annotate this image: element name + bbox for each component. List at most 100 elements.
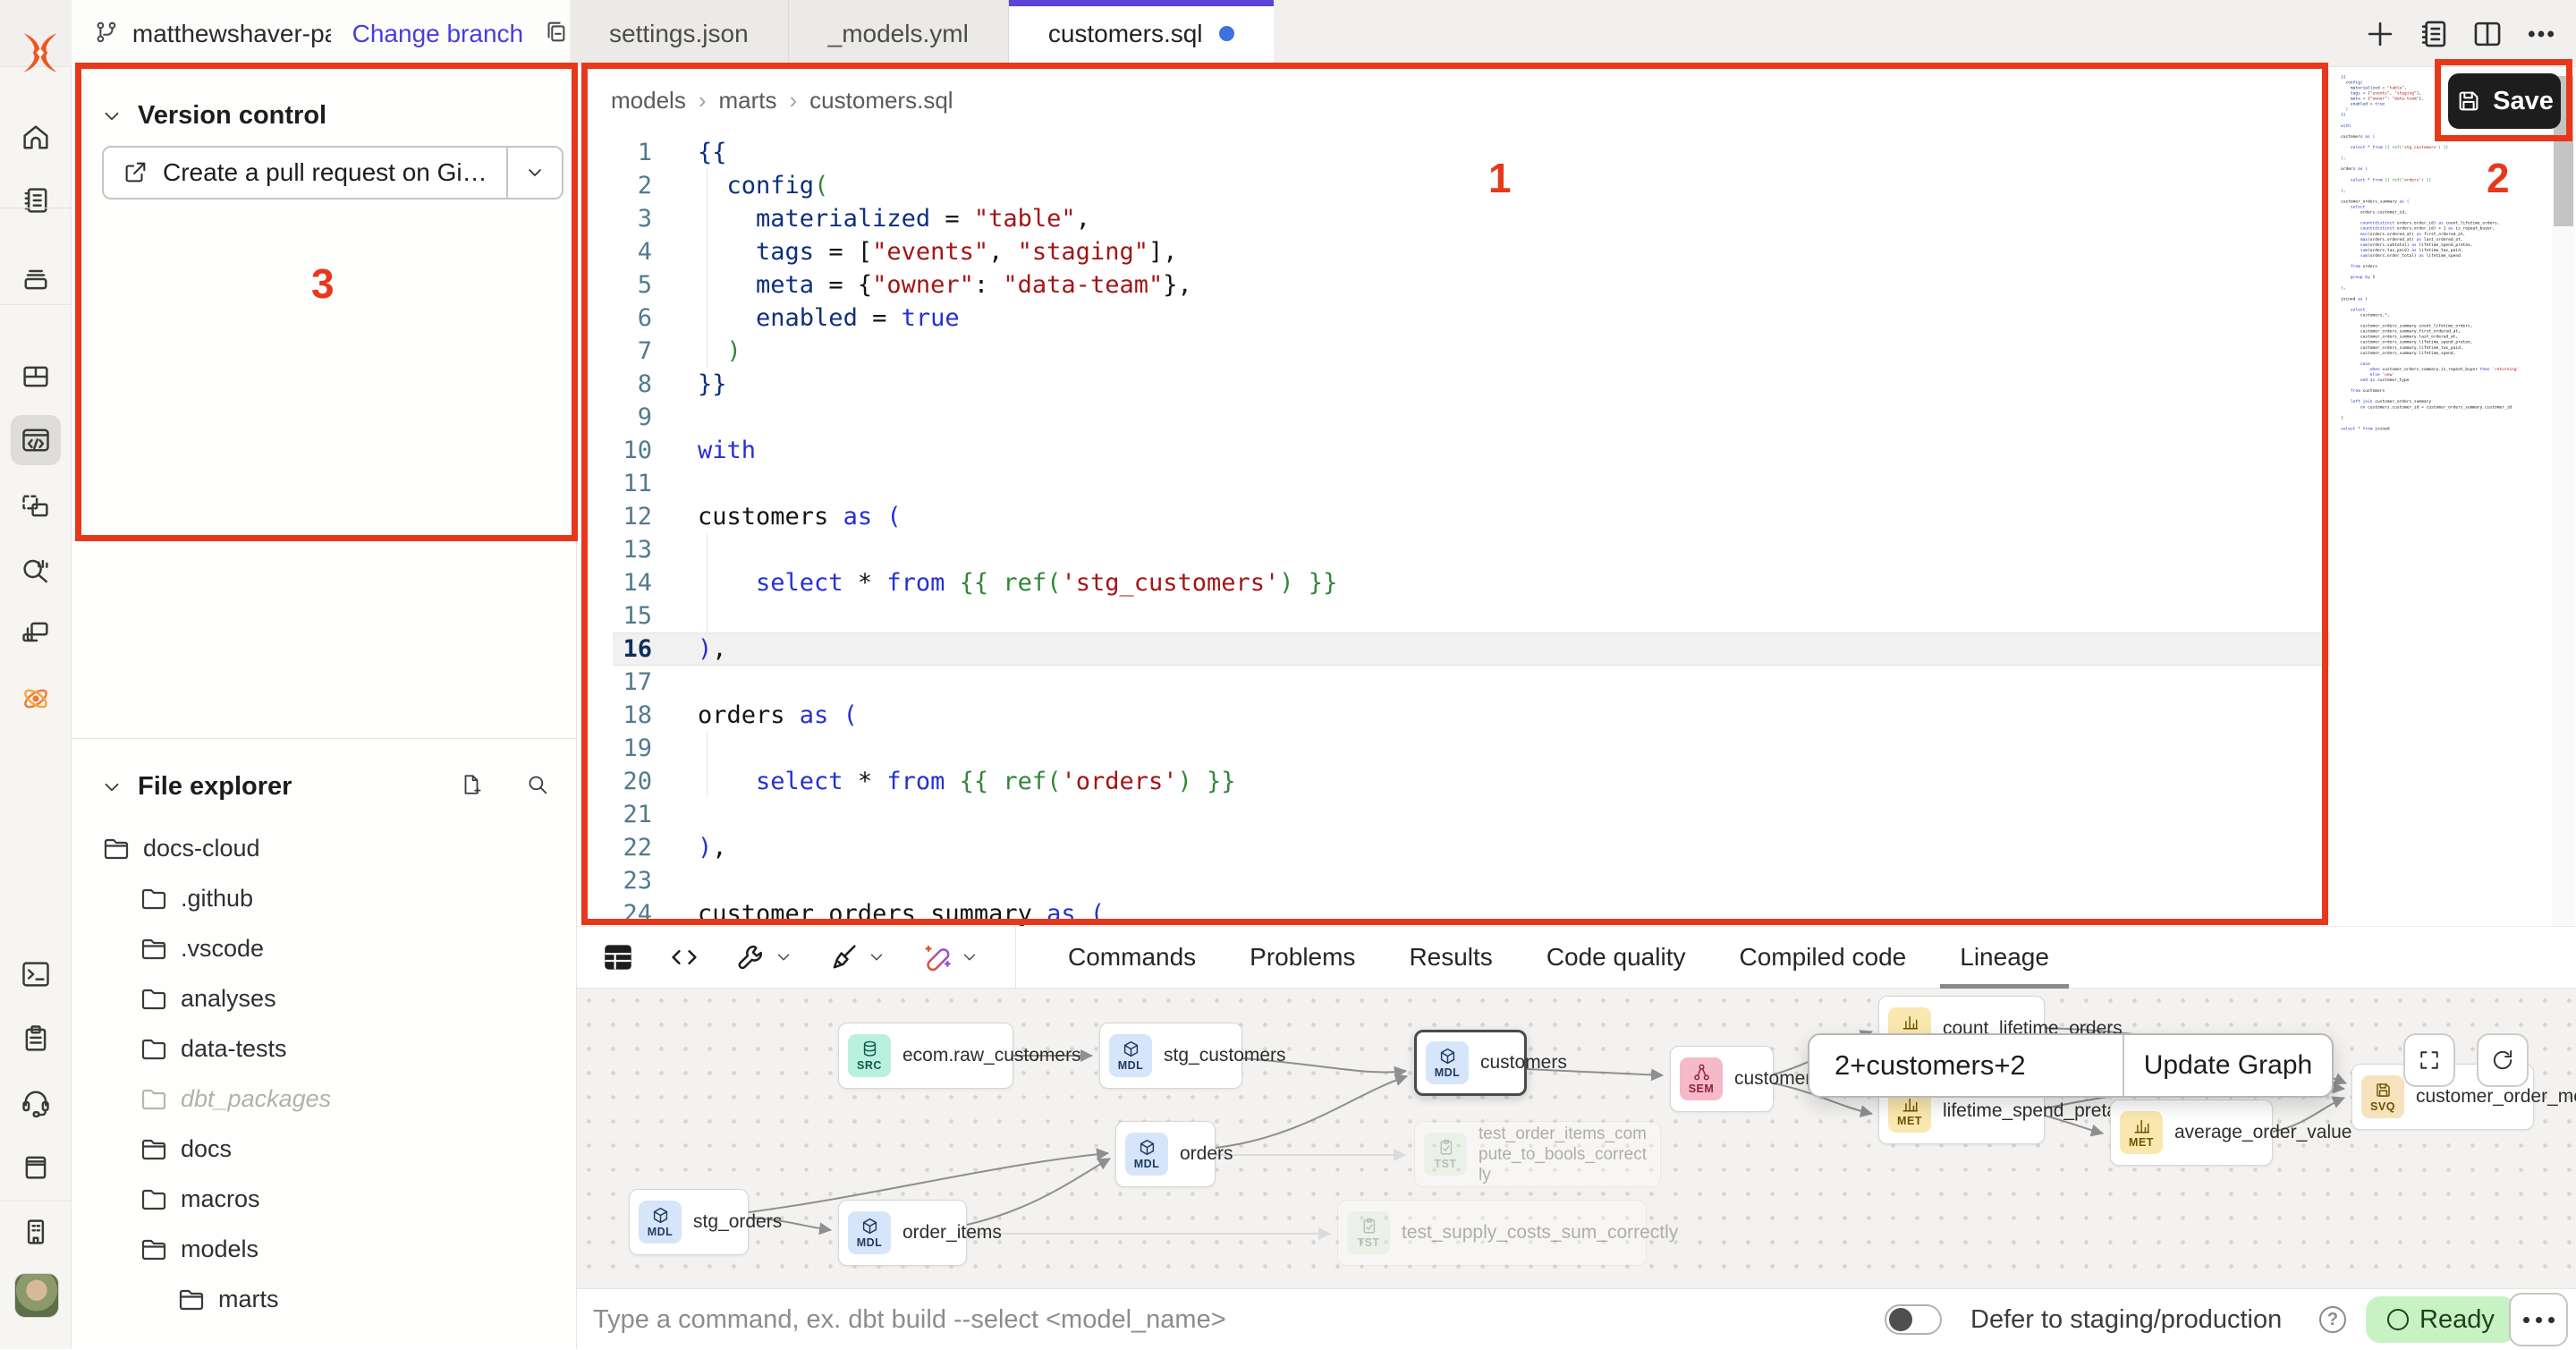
lineage-canvas[interactable]: SRCecom.raw_customersMDLstg_customersMDL…: [577, 989, 2576, 1288]
rail-item-dbt-copilot[interactable]: [11, 674, 61, 724]
code-line-14[interactable]: 14 select * from {{ ref('stg_customers')…: [577, 566, 2576, 599]
rail-item-support-headset[interactable]: [11, 1077, 61, 1127]
chevron-down-icon[interactable]: [867, 947, 886, 967]
command-input[interactable]: Type a command, ex. dbt build --select <…: [593, 1289, 1226, 1350]
bottom-tab-code-quality[interactable]: Code quality: [1520, 926, 1713, 989]
breadcrumb-item[interactable]: customers.sql: [809, 87, 953, 115]
copy-icon[interactable]: [543, 19, 570, 49]
tree-item-macros[interactable]: macros: [72, 1174, 576, 1224]
refresh-graph-button[interactable]: [2477, 1033, 2529, 1087]
code-compile-icon[interactable]: [668, 941, 700, 973]
tree-item-docs[interactable]: docs: [72, 1124, 576, 1174]
lineage-node-stg-customers[interactable]: MDLstg_customers: [1099, 1023, 1242, 1089]
lineage-node-orders[interactable]: MDLorders: [1115, 1121, 1216, 1187]
split-view-icon[interactable]: [2470, 17, 2504, 51]
code-line-24[interactable]: 24customer_orders_summary as (: [577, 897, 2576, 926]
code-line-2[interactable]: 2 config(: [577, 169, 2576, 202]
lineage-node-test-order-items[interactable]: TSTtest_order_items_compute_to_bools_cor…: [1414, 1121, 1661, 1187]
code-line-22[interactable]: 22),: [577, 831, 2576, 864]
defer-toggle[interactable]: [1885, 1304, 1942, 1335]
editor-scrollbar[interactable]: [2552, 67, 2575, 926]
code-line-6[interactable]: 6 enabled = true: [577, 301, 2576, 335]
tree-item-.github[interactable]: .github: [72, 873, 576, 923]
bottom-tab-commands[interactable]: Commands: [1041, 926, 1223, 989]
lineage-node-customers-sem[interactable]: SEMcustomers: [1670, 1046, 1774, 1112]
tree-item-models[interactable]: models: [72, 1224, 576, 1274]
tab-customers.sql[interactable]: customers.sql: [1009, 0, 1274, 67]
bottom-tab-lineage[interactable]: Lineage: [1933, 926, 2076, 989]
file-explorer-header[interactable]: File explorer: [100, 772, 555, 802]
build-wrench-icon[interactable]: [734, 941, 767, 973]
search-icon[interactable]: [526, 773, 555, 802]
chevron-down-icon[interactable]: [774, 947, 793, 967]
lineage-node-test-supply-costs[interactable]: TSTtest_supply_costs_sum_correctly: [1337, 1200, 1647, 1266]
tree-item-analyses[interactable]: analyses: [72, 973, 576, 1023]
bottom-tab-compiled-code[interactable]: Compiled code: [1712, 926, 1933, 989]
tree-item-data-tests[interactable]: data-tests: [72, 1023, 576, 1074]
fullscreen-button[interactable]: [2403, 1033, 2455, 1087]
bottom-tab-problems[interactable]: Problems: [1223, 926, 1382, 989]
chevron-down-icon[interactable]: [508, 162, 562, 183]
lineage-node-customers[interactable]: MDLcustomers: [1414, 1030, 1527, 1096]
code-line-15[interactable]: 15: [577, 599, 2576, 633]
change-branch-link[interactable]: Change branch: [352, 20, 523, 48]
tree-item-.vscode[interactable]: .vscode: [72, 923, 576, 973]
chevron-down-icon[interactable]: [960, 947, 979, 967]
code-line-12[interactable]: 12customers as (: [577, 500, 2576, 533]
rail-item-terminal[interactable]: [11, 949, 61, 999]
rail-item-windows[interactable]: [11, 607, 61, 658]
breadcrumb-item[interactable]: models: [611, 87, 686, 115]
code-line-7[interactable]: 7 ): [577, 335, 2576, 368]
bottom-tab-results[interactable]: Results: [1382, 926, 1519, 989]
rail-item-dashboard[interactable]: [11, 352, 61, 402]
preview-table-icon[interactable]: [602, 941, 634, 973]
code-editor[interactable]: models›marts›customers.sql Save 1{{2 con…: [577, 67, 2576, 926]
new-file-icon[interactable]: [460, 773, 488, 802]
code-line-19[interactable]: 19: [577, 732, 2576, 765]
rail-item-explore[interactable]: [11, 544, 61, 594]
code-line-8[interactable]: 8}}: [577, 368, 2576, 401]
code-line-21[interactable]: 21: [577, 798, 2576, 831]
rail-item-organization[interactable]: [11, 1207, 61, 1257]
rail-item-notebook[interactable]: [11, 175, 61, 225]
ellipsis-icon[interactable]: [2524, 17, 2558, 51]
tab-settings.json[interactable]: settings.json: [570, 0, 789, 67]
tree-item-dbt_packages[interactable]: dbt_packages: [72, 1074, 576, 1124]
create-pull-request-button[interactable]: Create a pull request on Gi…: [102, 146, 564, 200]
tree-item-docs-cloud[interactable]: docs-cloud: [72, 823, 576, 873]
avatar[interactable]: [14, 1273, 59, 1318]
breadcrumb-item[interactable]: marts: [719, 87, 777, 115]
minimap[interactable]: {{ config( materialized = "table", tags …: [2341, 74, 2564, 700]
rail-item-canvas[interactable]: [11, 481, 61, 531]
tab-_models.yml[interactable]: _models.yml: [789, 0, 1009, 67]
rail-item-docs-book[interactable]: [11, 1142, 61, 1192]
lineage-node-order-items[interactable]: MDLorder_items: [838, 1200, 967, 1266]
code-lines[interactable]: 1{{2 config(3 materialized = "table",4 t…: [577, 136, 2576, 926]
more-options-button[interactable]: [2509, 1293, 2568, 1346]
lineage-node-average-order-value[interactable]: METaverage_order_value: [2110, 1100, 2273, 1166]
code-line-5[interactable]: 5 meta = {"owner": "data-team"},: [577, 268, 2576, 301]
code-line-16[interactable]: 16),: [577, 633, 2576, 666]
code-line-1[interactable]: 1{{: [577, 136, 2576, 169]
code-line-17[interactable]: 17: [577, 666, 2576, 699]
tree-item-marts[interactable]: marts: [72, 1274, 576, 1324]
lineage-node-stg-orders[interactable]: MDLstg_orders: [629, 1189, 749, 1255]
code-line-10[interactable]: 10with: [577, 434, 2576, 467]
rail-item-stack[interactable]: [11, 254, 61, 304]
code-line-13[interactable]: 13: [577, 533, 2576, 566]
notebook-list-icon[interactable]: [2417, 17, 2451, 51]
code-line-23[interactable]: 23: [577, 864, 2576, 897]
rail-item-code-editor[interactable]: [11, 415, 61, 465]
code-line-18[interactable]: 18orders as (: [577, 699, 2576, 732]
lineage-selector-input[interactable]: 2+customers+2: [1809, 1035, 2123, 1096]
code-line-11[interactable]: 11: [577, 467, 2576, 500]
help-icon[interactable]: ?: [2319, 1306, 2346, 1333]
code-line-20[interactable]: 20 select * from {{ ref('orders') }}: [577, 765, 2576, 798]
rail-item-home[interactable]: [11, 113, 61, 163]
code-line-9[interactable]: 9: [577, 401, 2576, 434]
save-button[interactable]: Save: [2448, 73, 2561, 129]
dbt-logo-icon[interactable]: [16, 29, 64, 81]
update-graph-button[interactable]: Update Graph: [2124, 1035, 2332, 1096]
code-line-3[interactable]: 3 materialized = "table",: [577, 202, 2576, 235]
plus-icon[interactable]: [2363, 17, 2397, 51]
